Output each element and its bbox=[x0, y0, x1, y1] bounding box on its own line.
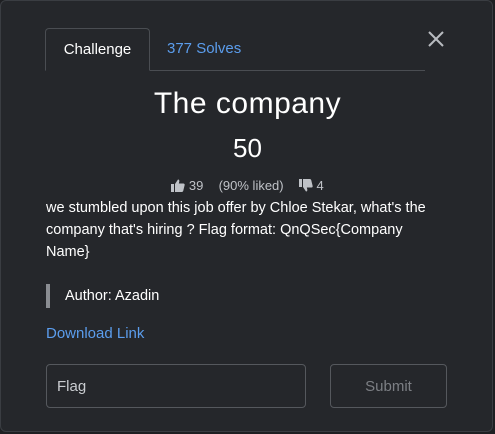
challenge-author: Author: Azadin bbox=[46, 284, 159, 308]
challenge-modal: Challenge 377 Solves The company 50 39 (… bbox=[0, 0, 493, 432]
challenge-title: The company bbox=[153, 87, 342, 120]
close-icon bbox=[428, 31, 444, 47]
tab-solves[interactable]: 377 Solves bbox=[167, 28, 241, 70]
thumbs-up-icon[interactable] bbox=[171, 179, 185, 193]
challenge-points: 50 bbox=[233, 133, 262, 163]
tab-bar: Challenge 377 Solves bbox=[45, 28, 425, 71]
thumbs-down-icon[interactable] bbox=[298, 179, 313, 192]
liked-percent: (90% liked) bbox=[218, 178, 284, 194]
close-button[interactable] bbox=[424, 28, 448, 52]
rating-row: 39 (90% liked) 4 bbox=[1, 177, 494, 193]
tab-challenge[interactable]: Challenge bbox=[45, 28, 150, 71]
dislikes-count: 4 bbox=[316, 178, 324, 194]
submit-button[interactable]: Submit bbox=[330, 364, 447, 408]
flag-input[interactable] bbox=[46, 364, 306, 408]
download-link[interactable]: Download Link bbox=[46, 325, 144, 342]
likes-count: 39 bbox=[188, 178, 204, 194]
challenge-description: we stumbled upon this job offer by Chloe… bbox=[46, 200, 426, 260]
